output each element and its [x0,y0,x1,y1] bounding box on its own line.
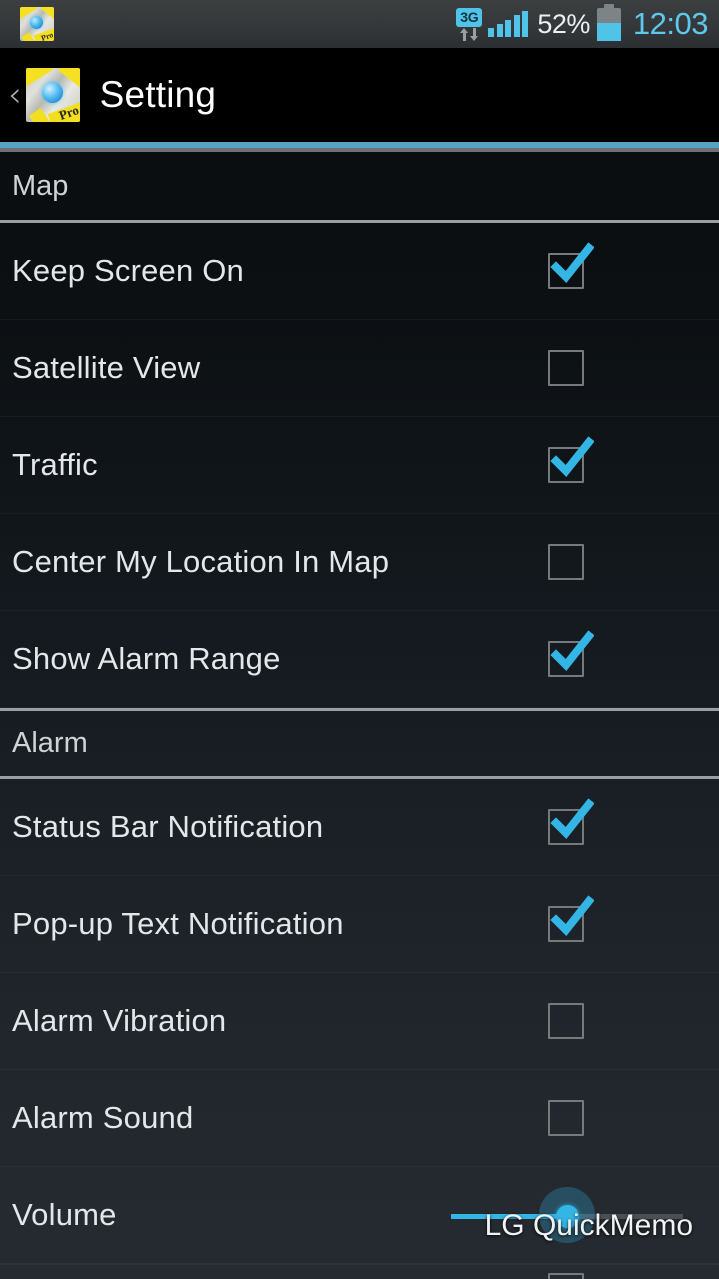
checkbox-center-my-location-in-map[interactable] [548,544,584,580]
checkbox-satellite-view[interactable] [548,350,584,386]
settings-list: Map Keep Screen On Satellite View Traffi… [0,152,719,1279]
volume-slider[interactable] [451,1187,683,1243]
setting-label: Volume [12,1197,117,1232]
back-chevron-icon[interactable]: ‹ [8,78,22,112]
checkbox-alarm-sound[interactable] [548,1100,584,1136]
check-icon [550,798,594,840]
status-bar-icons: 3G 52% 12:03 [456,0,719,48]
signal-bar [505,20,512,37]
battery-icon [596,3,621,41]
signal-bars-icon [488,11,529,37]
check-icon [550,630,594,672]
setting-row-satellite-view[interactable]: Satellite View [0,320,719,417]
checkbox-keep-screen-on[interactable] [548,242,594,289]
setting-row-traffic[interactable]: Traffic [0,417,719,514]
setting-label: Alarm Sound [12,1100,194,1135]
setting-row-volume[interactable]: Volume [0,1167,719,1264]
slider-thumb[interactable] [555,1205,579,1228]
page-title: Setting [99,74,217,115]
arrow-down-icon [469,27,479,41]
section-title: Map [12,169,69,202]
setting-row-pop-up-text-notification[interactable]: Pop-up Text Notification [0,876,719,973]
signal-bar [513,15,520,37]
checkbox-box [548,1100,584,1136]
battery-nub [603,3,614,8]
setting-row-partial[interactable] [0,1264,719,1279]
setting-row-alarm-vibration[interactable]: Alarm Vibration [0,973,719,1070]
check-icon [550,242,594,284]
status-bar: Pro 3G 52% 12:03 [0,0,719,48]
checkbox-pop-up-text-notification[interactable] [548,895,594,942]
setting-row-alarm-sound[interactable]: Alarm Sound [0,1070,719,1167]
location-pin-icon [30,16,43,29]
setting-label: Show Alarm Range [12,641,281,676]
checkbox-status-bar-notification[interactable] [548,798,594,845]
setting-row-status-bar-notification[interactable]: Status Bar Notification [0,779,719,876]
network-indicator: 3G [456,7,483,41]
section-header-map: Map [0,152,719,223]
section-header-alarm: Alarm [0,708,719,779]
check-icon [550,436,594,478]
checkbox-partial[interactable] [548,1273,584,1279]
checkbox-box [548,350,584,386]
location-pin-icon [41,82,63,103]
network-type-badge: 3G [456,7,483,27]
icon-road-shape [40,7,54,21]
checkbox-alarm-vibration[interactable] [548,1003,584,1039]
check-icon [550,895,594,937]
status-app-icon: Pro [20,7,54,41]
app-icon[interactable]: Pro [25,68,80,122]
setting-label: Keep Screen On [12,253,245,288]
checkbox-traffic[interactable] [548,436,594,483]
setting-label: Alarm Vibration [12,1003,227,1038]
data-transfer-arrows-icon [459,27,479,41]
setting-row-show-alarm-range[interactable]: Show Alarm Range [0,611,719,708]
signal-bar [522,11,529,37]
battery-percent-label: 52% [537,8,590,39]
signal-bar [496,24,503,37]
checkbox-show-alarm-range[interactable] [548,630,594,677]
checkbox-box [548,1003,584,1039]
setting-label: Status Bar Notification [12,809,324,844]
signal-bar [488,28,495,37]
section-title: Alarm [12,727,88,759]
battery-fill [596,23,621,41]
android-settings-screen: Pro 3G 52% 12:03 ‹ Pro Setting Map Keep … [0,0,719,1279]
checkbox-box [548,1273,584,1279]
status-bar-clock: 12:03 [632,6,709,41]
setting-label: Traffic [12,447,98,482]
arrow-up-icon [459,27,469,41]
setting-row-center-my-location-in-map[interactable]: Center My Location In Map [0,514,719,611]
action-bar: ‹ Pro Setting [0,48,719,142]
setting-row-keep-screen-on[interactable]: Keep Screen On [0,223,719,320]
setting-label: Center My Location In Map [12,544,390,579]
setting-label: Pop-up Text Notification [12,906,344,941]
setting-label: Satellite View [12,350,201,385]
checkbox-box [548,544,584,580]
